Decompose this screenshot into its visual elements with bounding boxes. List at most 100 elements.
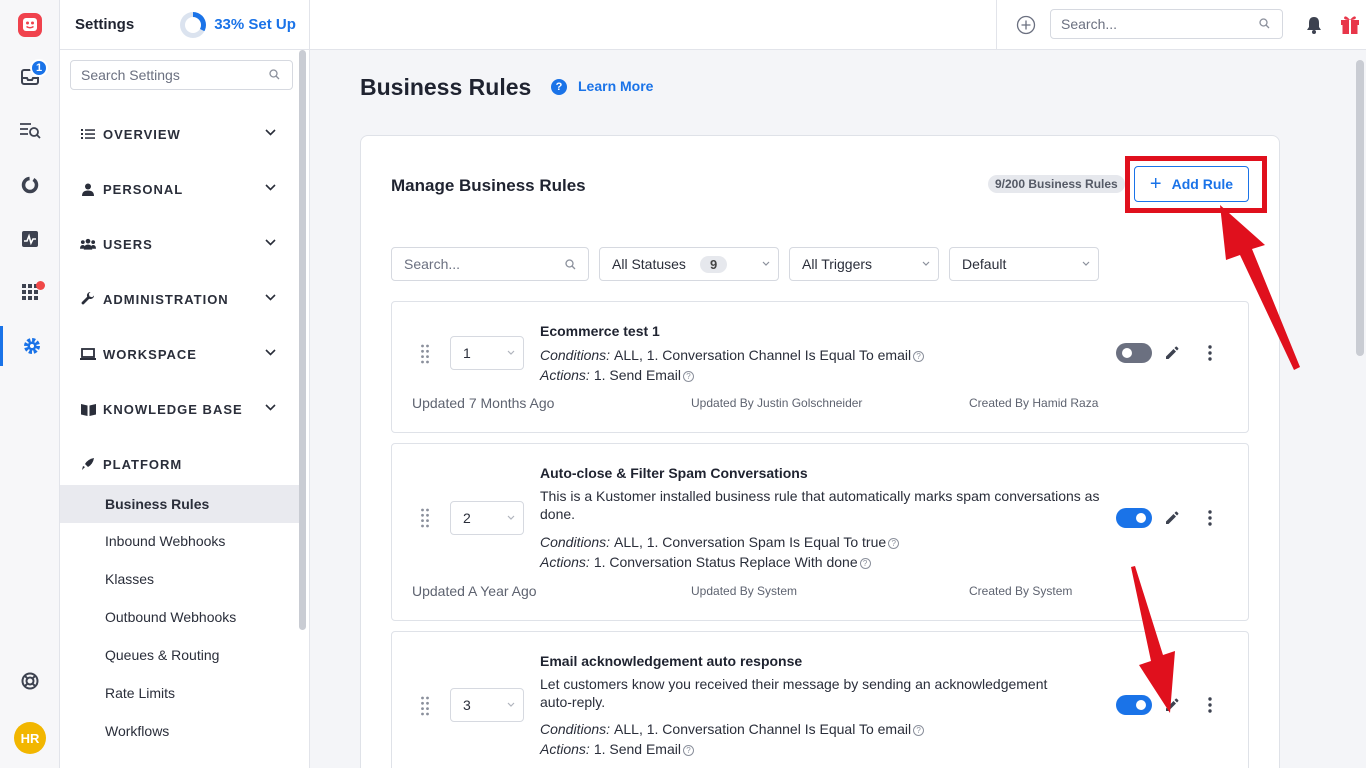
setup-progress-ring[interactable]	[180, 11, 207, 38]
global-search-input[interactable]: Search...	[1050, 9, 1283, 39]
rule-actions: Actions: 1. Send Email?	[540, 367, 694, 383]
sidebar-item-rate-limits[interactable]: Rate Limits	[60, 674, 299, 712]
info-icon[interactable]: ?	[913, 351, 925, 362]
rule-name[interactable]: Auto-close & Filter Spam Conversations	[540, 465, 808, 481]
bell-icon[interactable]	[1306, 16, 1322, 34]
rule-conditions: Conditions: ALL, 1. Conversation Spam Is …	[540, 534, 900, 550]
more-options-icon[interactable]	[1207, 697, 1213, 713]
sidebar-section-knowledge-base[interactable]: KNOWLEDGE BASE	[60, 394, 300, 424]
chevron-down-icon	[265, 184, 276, 191]
chevron-down-icon	[1082, 261, 1090, 266]
rule-actions: Actions: 1. Conversation Status Replace W…	[540, 554, 871, 570]
rule-order-select[interactable]: 3	[450, 688, 524, 722]
rule-created-by: Created By Hamid Raza	[969, 396, 1099, 410]
chevron-down-icon	[265, 239, 276, 246]
sidebar-item-queues-routing[interactable]: Queues & Routing	[60, 636, 299, 674]
chevron-down-icon	[507, 515, 515, 520]
actions-text: 1. Send Email	[593, 367, 681, 383]
sidebar-scrollbar[interactable]	[299, 50, 306, 630]
learn-more-link[interactable]: Learn More	[578, 78, 653, 94]
rule-row[interactable]: 3 Email acknowledgement auto response Le…	[391, 631, 1249, 768]
sidebar-item-outbound-webhooks[interactable]: Outbound Webhooks	[60, 598, 299, 636]
rules-search-placeholder: Search...	[404, 256, 461, 272]
rule-row[interactable]: 1 Ecommerce test 1 Conditions: ALL, 1. Co…	[391, 301, 1249, 433]
rule-updated-by: Updated By Justin Golschneider	[691, 396, 863, 410]
conditions-label: Conditions:	[540, 534, 611, 550]
sidebar-section-overview[interactable]: OVERVIEW	[60, 119, 300, 149]
avatar[interactable]: HR	[14, 722, 46, 754]
sort-select[interactable]: Default	[949, 247, 1099, 281]
sidebar-item-inbound-webhooks[interactable]: Inbound Webhooks	[60, 522, 299, 560]
wrench-icon	[81, 292, 95, 305]
info-icon[interactable]: ?	[682, 745, 694, 756]
edit-pencil-icon[interactable]	[1164, 697, 1180, 713]
triggers-filter-select[interactable]: All Triggers	[789, 247, 939, 281]
gift-icon[interactable]	[1339, 13, 1361, 35]
sidebar-section-users[interactable]: USERS	[60, 229, 300, 259]
sidebar-item-workflows[interactable]: Workflows	[60, 712, 299, 750]
drag-handle-icon[interactable]	[420, 696, 430, 716]
more-options-icon[interactable]	[1207, 345, 1213, 361]
rule-name[interactable]: Email acknowledgement auto response	[540, 653, 802, 669]
info-icon[interactable]: ?	[888, 538, 900, 549]
rail-search-list[interactable]	[0, 110, 60, 150]
rule-order-select[interactable]: 1	[450, 336, 524, 370]
rail-reports[interactable]	[0, 165, 60, 205]
donut-chart-icon	[21, 176, 39, 194]
chevron-down-icon	[507, 702, 515, 707]
sidebar-section-workspace[interactable]: WORKSPACE	[60, 339, 300, 369]
rule-enabled-toggle[interactable]	[1116, 508, 1152, 528]
edit-pencil-icon[interactable]	[1164, 345, 1180, 361]
setup-progress-label[interactable]: 33% Set Up	[214, 16, 296, 33]
kustomer-logo[interactable]	[0, 5, 60, 45]
conditions-text: ALL, 1. Conversation Spam Is Equal To tr…	[614, 534, 887, 550]
chevron-down-icon	[265, 129, 276, 136]
status-filter-select[interactable]: All Statuses 9	[599, 247, 779, 281]
sidebar-item-business-rules[interactable]: Business Rules	[60, 485, 299, 523]
rule-conditions: Conditions: ALL, 1. Conversation Channel …	[540, 347, 925, 363]
rule-order-value: 1	[463, 345, 471, 361]
rule-updated-by: Updated By System	[691, 584, 798, 598]
sidebar-section-label: OVERVIEW	[103, 126, 181, 142]
rules-count-badge: 9/200 Business Rules	[988, 175, 1125, 193]
rule-row[interactable]: 2 Auto-close & Filter Spam Conversations…	[391, 443, 1249, 621]
rule-enabled-toggle[interactable]	[1116, 695, 1152, 715]
info-icon[interactable]: ?	[859, 558, 871, 569]
rail-settings[interactable]	[0, 326, 60, 366]
edit-pencil-icon[interactable]	[1164, 510, 1180, 526]
drag-handle-icon[interactable]	[420, 344, 430, 364]
info-icon[interactable]: ?	[682, 371, 694, 382]
rule-enabled-toggle[interactable]	[1116, 343, 1152, 363]
rule-name[interactable]: Ecommerce test 1	[540, 323, 660, 339]
rule-order-value: 2	[463, 510, 471, 526]
rail-apps[interactable]	[0, 272, 60, 312]
card-title: Manage Business Rules	[391, 176, 586, 195]
rule-description: Let customers know you received their me…	[540, 676, 1048, 710]
search-icon	[269, 69, 280, 80]
settings-search-input[interactable]: Search Settings	[70, 60, 293, 90]
rail-help[interactable]	[0, 661, 60, 701]
rules-search-input[interactable]: Search...	[391, 247, 589, 281]
sidebar-header: Settings 33% Set Up	[60, 0, 309, 50]
gear-icon	[23, 338, 40, 354]
book-icon	[80, 403, 96, 416]
add-circle-icon[interactable]	[1016, 15, 1036, 35]
sidebar-section-platform[interactable]: PLATFORM	[60, 449, 300, 479]
more-options-icon[interactable]	[1207, 510, 1213, 526]
business-rules-card: Manage Business Rules 9/200 Business Rul…	[360, 135, 1280, 768]
actions-text: 1. Conversation Status Replace With done	[593, 554, 858, 570]
drag-handle-icon[interactable]	[420, 508, 430, 528]
info-icon[interactable]: ?	[913, 725, 925, 736]
sidebar-item-klasses[interactable]: Klasses	[60, 560, 299, 598]
rail-inbox[interactable]: 1	[0, 57, 60, 97]
sidebar-section-administration[interactable]: ADMINISTRATION	[60, 284, 300, 314]
topbar-divider	[996, 0, 997, 50]
apps-notification-dot	[36, 281, 45, 290]
help-icon[interactable]: ?	[551, 79, 567, 95]
conditions-text: ALL, 1. Conversation Channel Is Equal To…	[614, 721, 912, 737]
page-scrollbar[interactable]	[1356, 60, 1364, 356]
sidebar-section-personal[interactable]: PERSONAL	[60, 174, 300, 204]
sidebar-title: Settings	[75, 16, 135, 33]
rule-order-select[interactable]: 2	[450, 501, 524, 535]
rail-activity[interactable]	[0, 219, 60, 259]
